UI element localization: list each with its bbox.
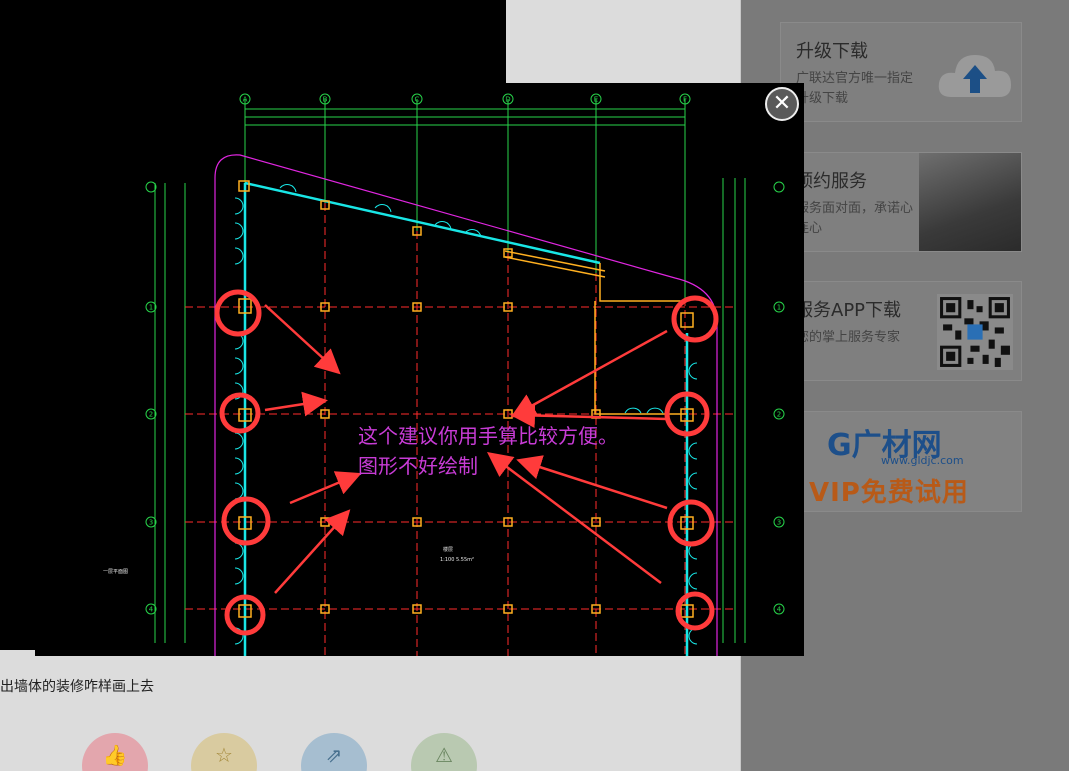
question-text: 出墙体的装修咋样画上去 (0, 679, 154, 695)
axis-label-top: B (323, 96, 328, 104)
upgrade-title: 升级下载 (796, 41, 868, 62)
axis-label-top: A (243, 96, 248, 104)
annotation-text-line2: 图形不好绘制 (358, 454, 478, 478)
app-title: 服务APP下载 (795, 300, 902, 321)
gldjc-vip-card[interactable]: G广材网 www.gldjc.com VIP免费试用 (780, 411, 1022, 512)
cloud-upload-icon (938, 55, 1011, 97)
axis-label-side: 2 (149, 411, 153, 419)
axis-label-side: 3 (149, 519, 153, 527)
share-icon: ⇗ (325, 743, 343, 767)
warning-icon: ⚠ (435, 743, 453, 767)
axis-label-top: E (594, 96, 598, 104)
axis-label-side: 2 (777, 411, 781, 419)
booking-desc: 服务面对面，承诺心连心 (796, 201, 914, 236)
booking-service-card[interactable]: 预约服务 服务面对面，承诺心连心 (780, 152, 1022, 252)
qr-code-icon (937, 294, 1013, 370)
axis-label-side: 1 (149, 304, 153, 312)
axis-label-top: C (415, 96, 420, 104)
upgrade-desc: 广联达官方唯一指定升级下载 (796, 71, 914, 106)
upgrade-download-card[interactable]: 升级下载 广联达官方唯一指定升级下载 (780, 22, 1022, 122)
vip-trial-text: VIP免费试用 (809, 478, 969, 508)
image-lightbox: 楼层 1:100 5.55m² 一层平面图 A B C D E F 1 1 2 2 3 3 4 4 这个建议… (35, 83, 804, 656)
gldjc-url: www.gldjc.com (881, 454, 964, 467)
handshake-image (919, 153, 1021, 251)
booking-title: 预约服务 (795, 171, 867, 192)
axis-label-side: 3 (777, 519, 781, 527)
app-desc: 您的掌上服务专家 (796, 330, 901, 345)
star-icon: ☆ (215, 743, 233, 767)
annotation-text-line1: 这个建议你用手算比较方便。 (358, 424, 618, 448)
axis-label-side: 1 (777, 304, 781, 312)
svg-text:楼层: 楼层 (443, 546, 453, 553)
axis-label-side: 4 (149, 606, 154, 614)
svg-text:一层平面图: 一层平面图 (103, 569, 128, 575)
app-download-card[interactable]: 服务APP下载 您的掌上服务专家 (780, 281, 1022, 381)
axis-label-side: 4 (777, 606, 782, 614)
close-icon: ✕ (772, 91, 792, 116)
svg-text:1:100 5.55m²: 1:100 5.55m² (440, 557, 474, 563)
axis-label-top: F (683, 96, 687, 104)
close-lightbox-button[interactable]: ✕ (765, 87, 799, 121)
axis-label-top: D (505, 96, 510, 104)
cad-floor-plan: 楼层 1:100 5.55m² 一层平面图 A B C D E F 1 1 2 2 3 3 4 4 (103, 93, 785, 656)
thumbs-up-icon: 👍 (102, 743, 128, 767)
